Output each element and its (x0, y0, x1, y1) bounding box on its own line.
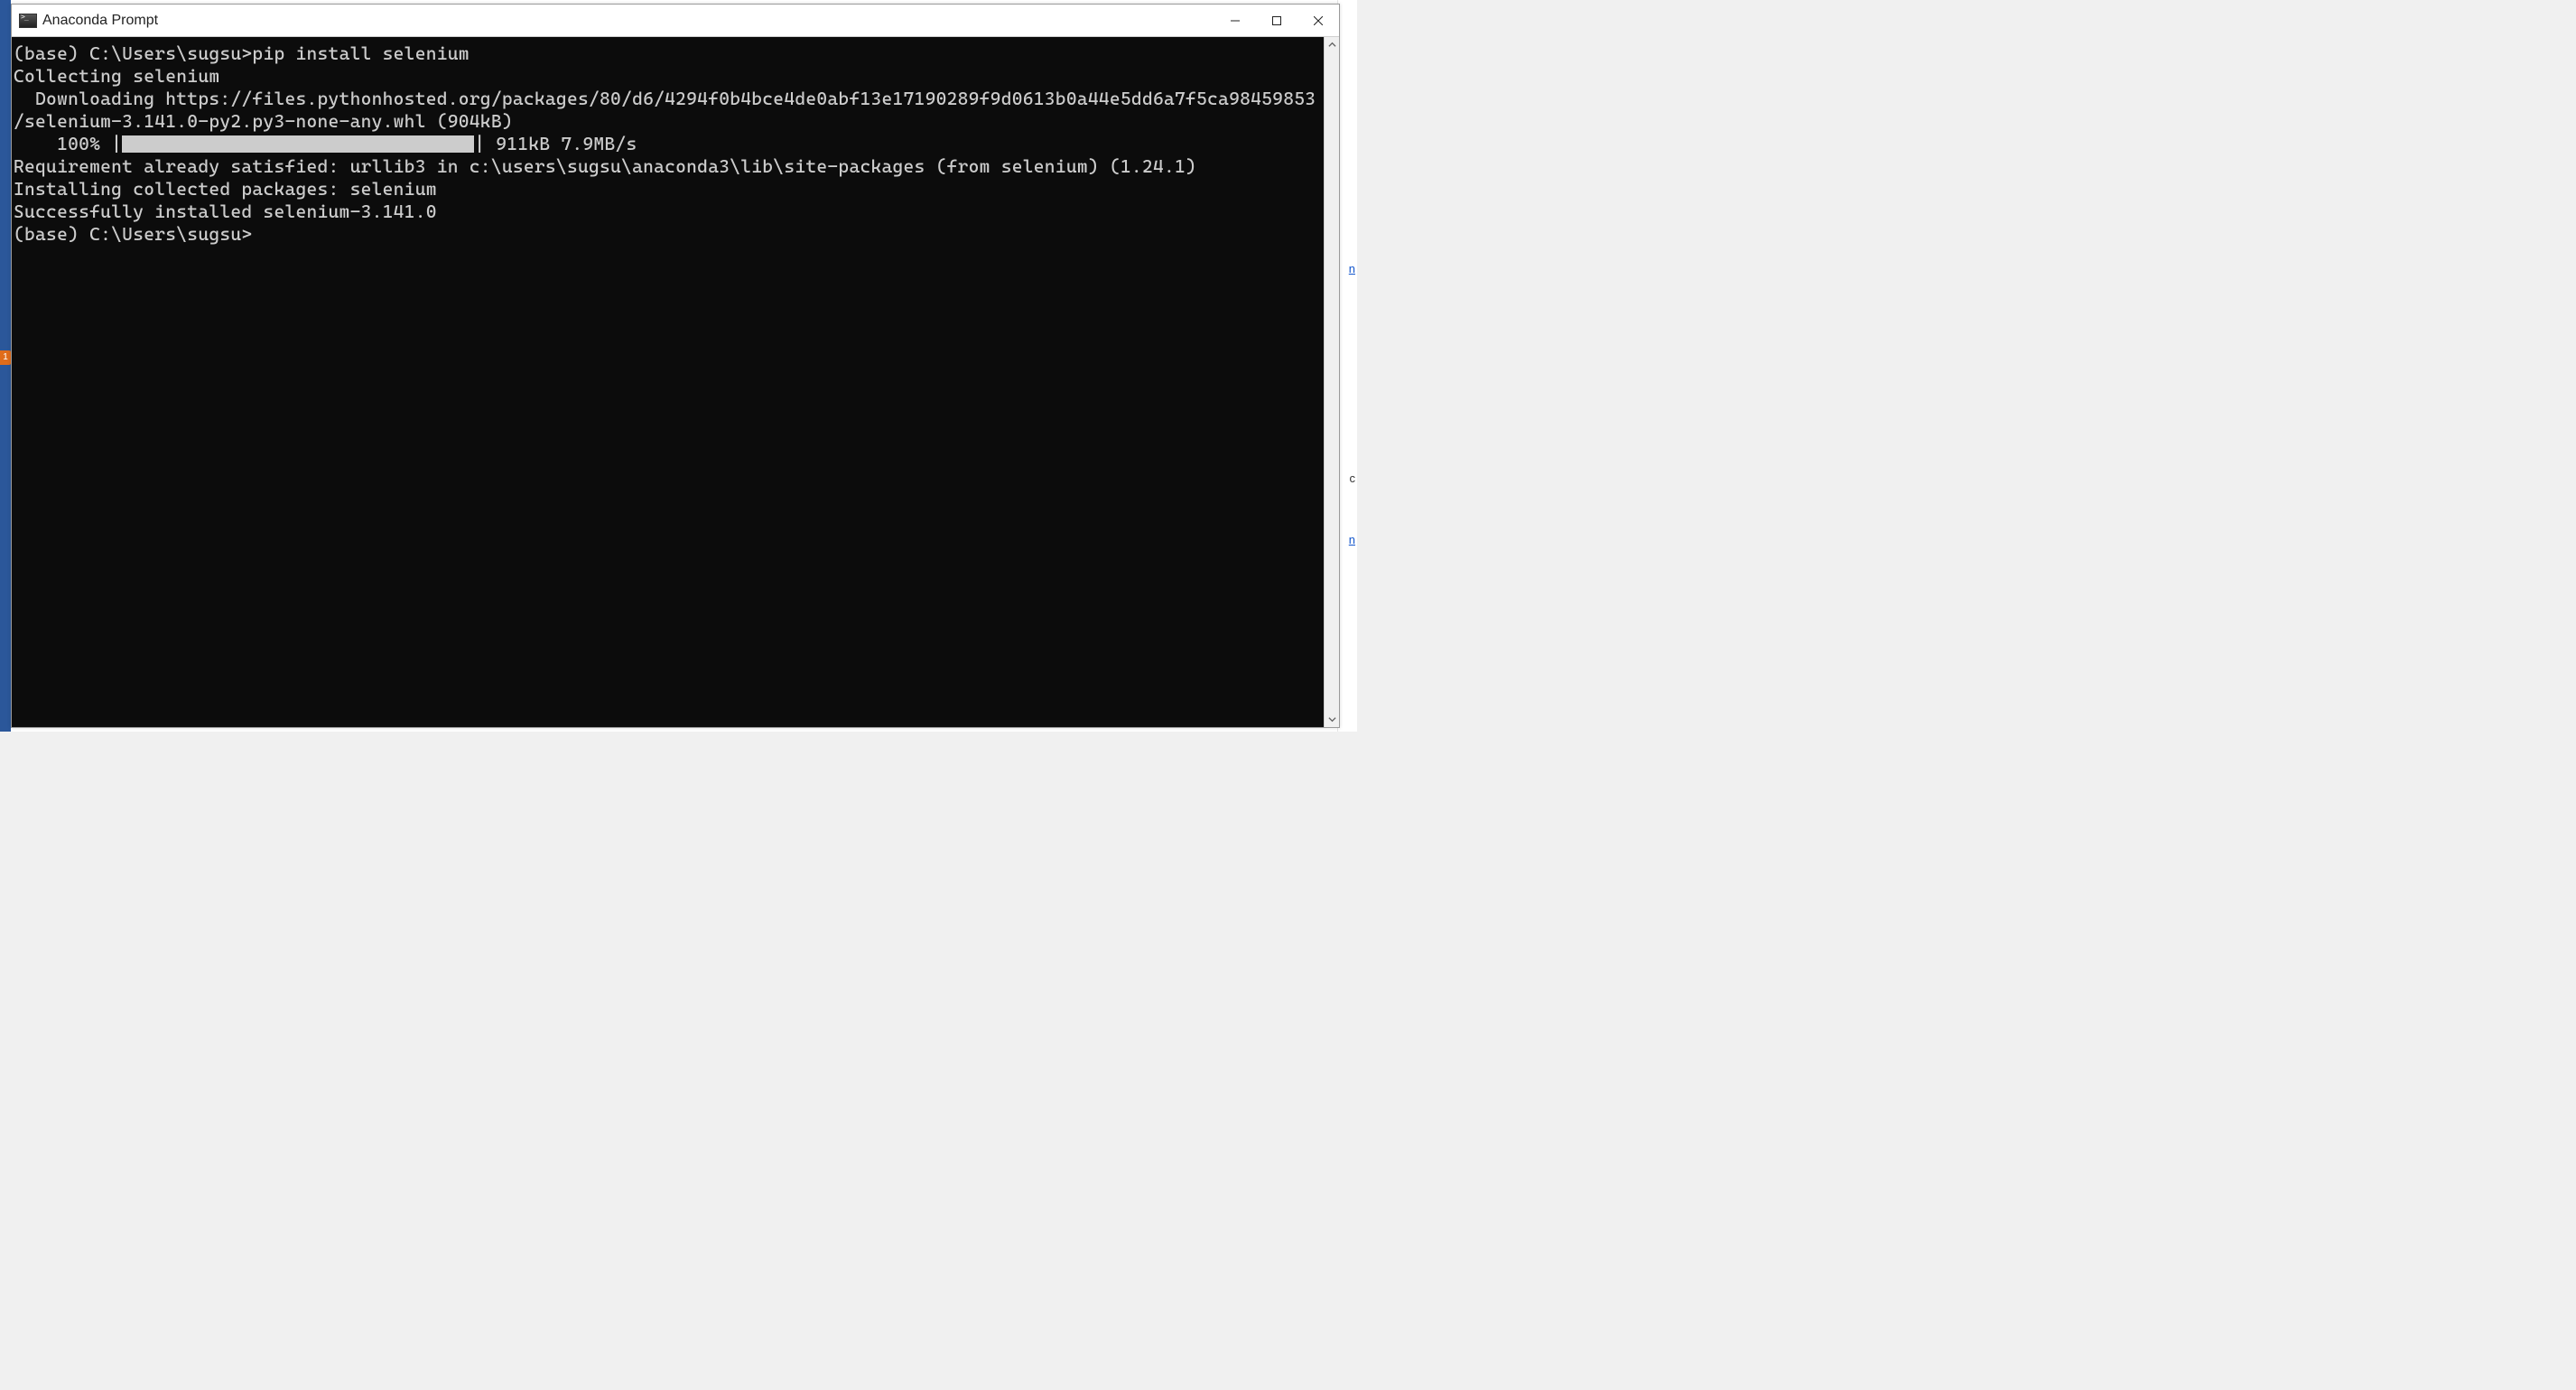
background-notification-badge: 1 (0, 350, 11, 365)
terminal-line: Downloading https://files.pythonhosted.o… (14, 88, 1324, 110)
terminal-icon (19, 14, 37, 28)
terminal-line: Collecting selenium (14, 65, 1324, 88)
window-title: Anaconda Prompt (42, 13, 158, 29)
close-button[interactable] (1297, 5, 1339, 37)
background-link-fragment-3[interactable]: n (1349, 533, 1355, 546)
titlebar[interactable]: Anaconda Prompt (12, 5, 1339, 37)
background-right-strip: n c n (1337, 0, 1357, 732)
background-left-strip (0, 0, 11, 732)
background-text-fragment-2: c (1350, 471, 1356, 485)
close-icon (1314, 16, 1323, 25)
maximize-button[interactable] (1256, 5, 1297, 37)
progress-bar (122, 135, 474, 153)
vertical-scrollbar[interactable] (1324, 37, 1339, 727)
terminal-output[interactable]: (base) C:\Users\sugsu>pip install seleni… (12, 37, 1324, 727)
prompt-text: (base) C:\Users\sugsu> (14, 42, 252, 64)
terminal-window: Anaconda Prompt (base) C:\Users\sugsu>pi… (11, 4, 1340, 728)
scroll-track[interactable] (1325, 52, 1339, 712)
progress-percent: 100% | (14, 133, 122, 154)
maximize-icon (1272, 16, 1281, 25)
progress-speed: | 911kB 7.9MB/s (474, 133, 637, 154)
minimize-icon (1231, 16, 1240, 25)
terminal-line: (base) C:\Users\sugsu>pip install seleni… (14, 42, 1324, 65)
chevron-up-icon (1328, 41, 1336, 49)
minimize-button[interactable] (1214, 5, 1256, 37)
terminal-line: Successfully installed selenium-3.141.0 (14, 201, 1324, 223)
chevron-down-icon (1328, 715, 1336, 723)
scroll-down-button[interactable] (1325, 712, 1339, 727)
terminal-line: 100% | | 911kB 7.9MB/s (14, 133, 1324, 155)
terminal-line: /selenium-3.141.0-py2.py3-none-any.whl (… (14, 110, 1324, 133)
terminal-line: Installing collected packages: selenium (14, 178, 1324, 201)
command-text: pip install selenium (252, 42, 469, 64)
background-link-fragment-1[interactable]: n (1349, 262, 1355, 275)
scroll-up-button[interactable] (1325, 37, 1339, 52)
terminal-line: Requirement already satisfied: urllib3 i… (14, 155, 1324, 178)
terminal-line: (base) C:\Users\sugsu> (14, 223, 1324, 246)
